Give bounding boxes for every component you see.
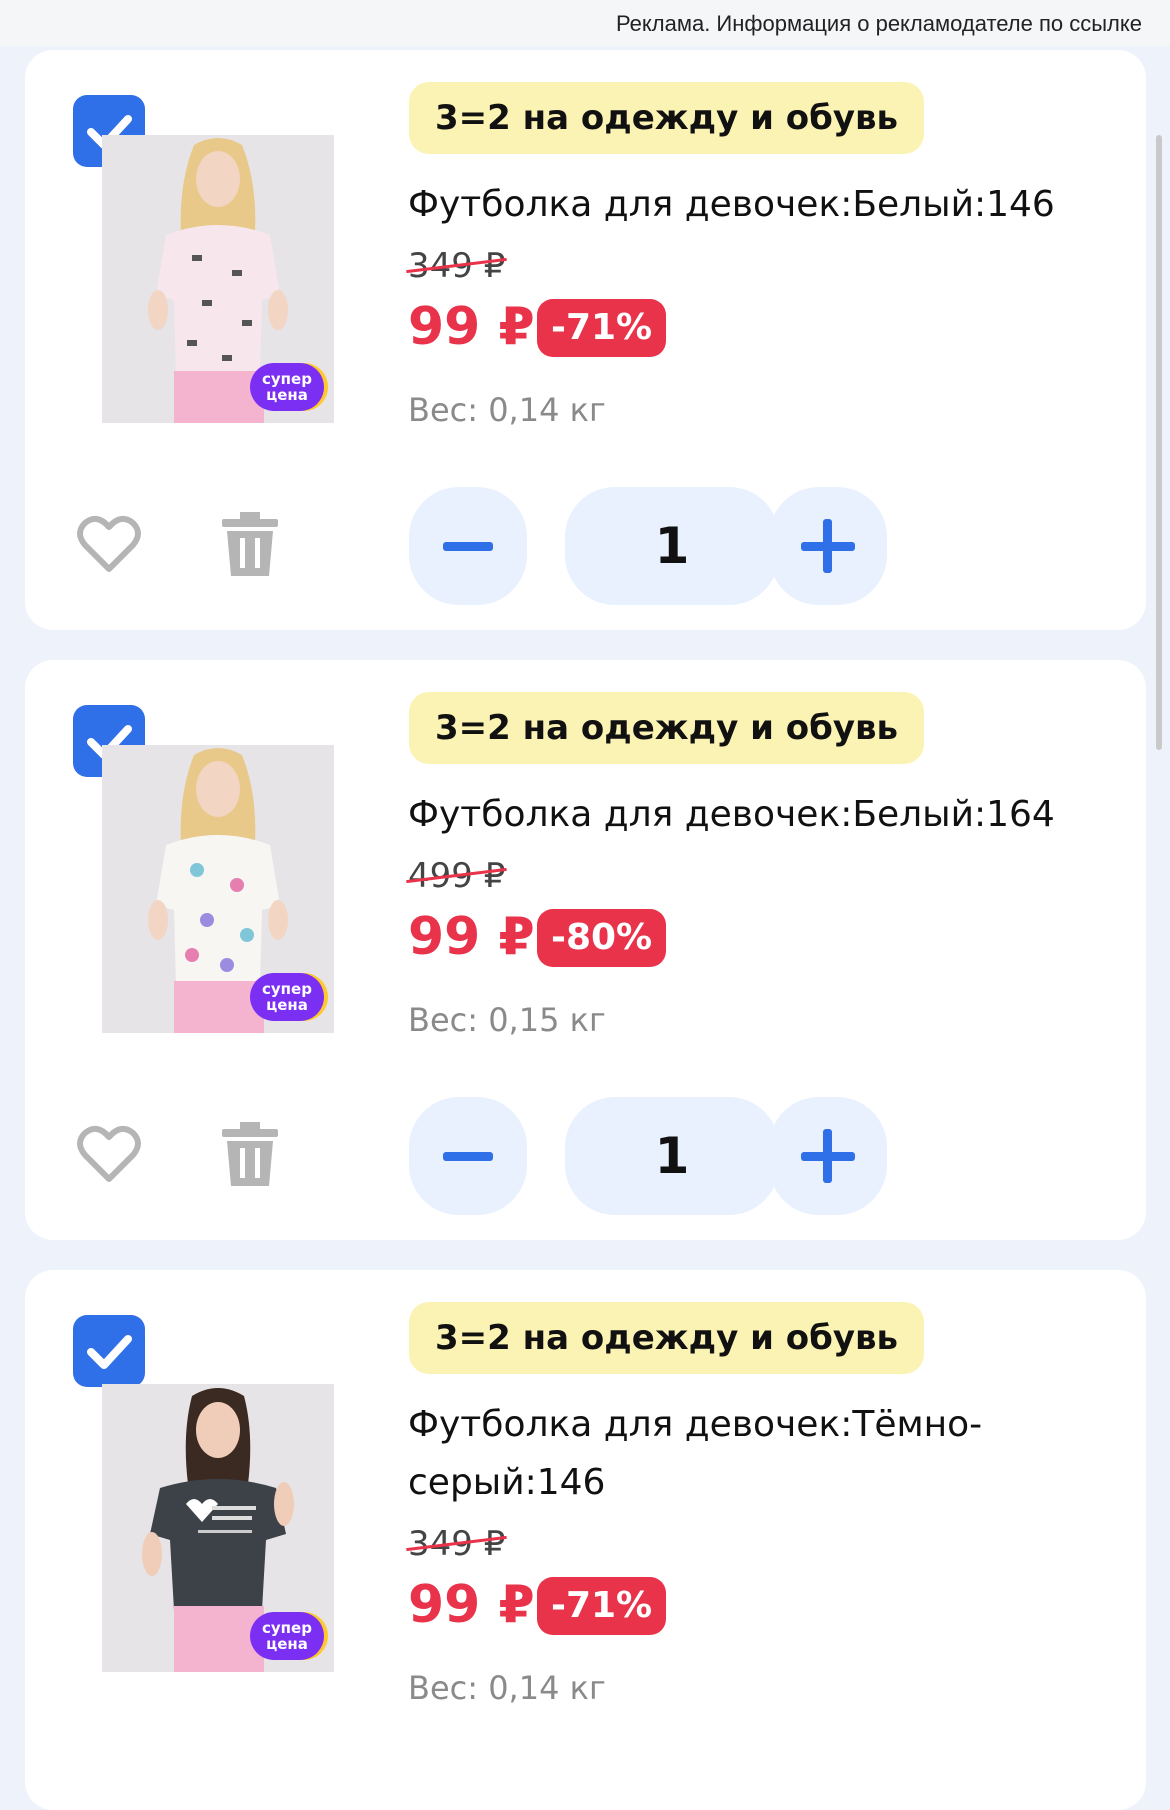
decrease-quantity-button[interactable]: [409, 487, 527, 605]
discount-badge: -71%: [537, 1577, 667, 1635]
item-weight: Вес: 0,15 кг: [408, 1001, 606, 1039]
minus-icon: [443, 1152, 493, 1161]
super-price-badge: супер цена: [250, 363, 324, 411]
old-price: 349 ₽: [406, 244, 508, 288]
scrollbar[interactable]: [1156, 135, 1162, 750]
cart-item-card: супер цена 3=2 на одежду и обувь Футболк…: [25, 1270, 1146, 1810]
minus-icon: [443, 542, 493, 551]
decrease-quantity-button[interactable]: [409, 1097, 527, 1215]
product-image[interactable]: супер цена: [102, 135, 334, 423]
favorite-button[interactable]: [77, 515, 141, 575]
new-price: 99 ₽: [408, 1575, 535, 1635]
product-title-line1: Футболка для девочек:Тёмно-: [408, 1404, 983, 1445]
trash-icon: [222, 512, 278, 576]
increase-quantity-button[interactable]: [769, 487, 887, 605]
product-title-line1: Футболка для девочек:Белый:146: [408, 184, 1055, 225]
old-price: 349 ₽: [406, 1522, 508, 1566]
favorite-button[interactable]: [77, 1125, 141, 1185]
new-price: 99 ₽: [408, 907, 535, 967]
discount-badge: -80%: [537, 909, 667, 967]
delete-button[interactable]: [220, 1122, 280, 1188]
delete-button[interactable]: [220, 512, 280, 578]
product-title[interactable]: Футболка для девочек:Белый:164: [408, 786, 1108, 844]
check-icon: [87, 1335, 132, 1369]
product-title-line2: серый:146: [408, 1462, 606, 1503]
heart-icon: [77, 515, 141, 572]
cart-item-card: супер цена 3=2 на одежду и обувь Футболк…: [25, 660, 1146, 1240]
product-image[interactable]: супер цена: [102, 1384, 334, 1672]
item-weight: Вес: 0,14 кг: [408, 391, 606, 429]
product-title-line1: Футболка для девочек:Белый:164: [408, 794, 1055, 835]
promo-label[interactable]: 3=2 на одежду и обувь: [409, 82, 925, 154]
super-price-badge: супер цена: [250, 973, 324, 1021]
ad-notice-link[interactable]: Реклама. Информация о рекламодателе по с…: [0, 0, 1170, 46]
quantity-value[interactable]: 1: [565, 487, 779, 605]
increase-quantity-button[interactable]: [769, 1097, 887, 1215]
cart-item-card: супер цена 3=2 на одежду и обувь Футболк…: [25, 50, 1146, 630]
product-image[interactable]: супер цена: [102, 745, 334, 1033]
item-weight: Вес: 0,14 кг: [408, 1669, 606, 1707]
heart-icon: [77, 1125, 141, 1182]
quantity-value[interactable]: 1: [565, 1097, 779, 1215]
new-price: 99 ₽: [408, 297, 535, 357]
item-select-checkbox[interactable]: [73, 1315, 145, 1387]
promo-label[interactable]: 3=2 на одежду и обувь: [409, 692, 925, 764]
promo-label[interactable]: 3=2 на одежду и обувь: [409, 1302, 925, 1374]
discount-badge: -71%: [537, 299, 667, 357]
super-price-badge: супер цена: [250, 1612, 324, 1660]
trash-icon: [222, 1122, 278, 1186]
plus-icon: [801, 1129, 855, 1183]
plus-icon: [801, 519, 855, 573]
old-price: 499 ₽: [406, 854, 508, 898]
product-title[interactable]: Футболка для девочек:Тёмно- серый:146: [408, 1396, 1108, 1512]
product-title[interactable]: Футболка для девочек:Белый:146: [408, 176, 1108, 234]
